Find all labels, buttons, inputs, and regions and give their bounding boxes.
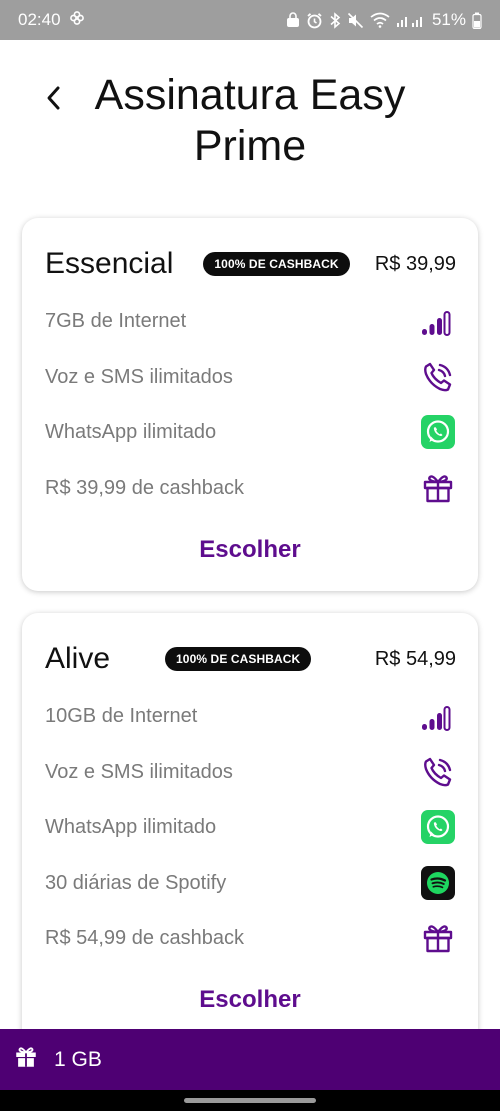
feature-whatsapp: WhatsApp ilimitado <box>45 414 456 450</box>
choose-plan-button[interactable]: Escolher <box>22 986 478 1014</box>
whatsapp-icon <box>420 414 456 450</box>
phone-call-icon <box>420 359 456 395</box>
cell-signal-icon <box>396 12 426 28</box>
bottom-data-bar[interactable]: 1 GB <box>0 1029 500 1090</box>
wifi-icon <box>370 12 390 28</box>
plan-name: Alive <box>45 642 111 675</box>
feature-label: R$ 39,99 de cashback <box>45 476 245 499</box>
feature-whatsapp: WhatsApp ilimitado <box>45 809 456 845</box>
gift-icon <box>420 470 456 506</box>
feature-label: 30 diárias de Spotify <box>45 871 227 894</box>
page-title: Assinatura Easy Prime <box>94 71 406 170</box>
signal-bars-icon <box>420 698 456 734</box>
cashback-badge: 100% DE CASHBACK <box>203 252 350 276</box>
back-button[interactable] <box>36 78 70 118</box>
feature-voice-sms: Voz e SMS ilimitados <box>45 359 456 395</box>
system-navigation-bar <box>0 1090 500 1111</box>
feature-cashback: R$ 39,99 de cashback <box>45 470 456 506</box>
battery-icon <box>472 12 482 29</box>
plan-price: R$ 39,99 <box>374 252 456 275</box>
feature-internet: 10GB de Internet <box>45 698 456 734</box>
plan-card-alive: Alive 100% DE CASHBACK R$ 54,99 10GB de … <box>22 613 478 1053</box>
gift-icon <box>14 1045 38 1074</box>
header: Assinatura Easy Prime <box>0 40 500 210</box>
choose-plan-button[interactable]: Escolher <box>22 536 478 564</box>
plan-header: Alive 100% DE CASHBACK R$ 54,99 <box>45 641 456 677</box>
signal-bars-icon <box>420 303 456 339</box>
status-time: 02:40 <box>18 10 61 29</box>
whatsapp-icon <box>420 809 456 845</box>
feature-spotify: 30 diárias de Spotify <box>45 865 456 901</box>
lock-notification-icon <box>286 12 300 28</box>
plan-name: Essencial <box>45 247 174 280</box>
plan-card-essencial: Essencial 100% DE CASHBACK R$ 39,99 7GB … <box>22 218 478 591</box>
alarm-icon <box>306 12 323 29</box>
feature-voice-sms: Voz e SMS ilimitados <box>45 754 456 790</box>
feature-label: Voz e SMS ilimitados <box>45 365 233 388</box>
feature-label: 7GB de Internet <box>45 309 187 332</box>
home-indicator[interactable] <box>184 1098 316 1103</box>
bluetooth-icon <box>329 11 341 29</box>
feature-label: WhatsApp ilimitado <box>45 815 217 838</box>
feature-cashback: R$ 54,99 de cashback <box>45 920 456 956</box>
pinwheel-icon <box>69 10 85 31</box>
phone-call-icon <box>420 754 456 790</box>
gift-icon <box>420 920 456 956</box>
feature-label: R$ 54,99 de cashback <box>45 926 245 949</box>
battery-level: 51% <box>431 10 466 29</box>
data-amount-label: 1 GB <box>54 1047 102 1071</box>
plan-price: R$ 54,99 <box>374 647 456 670</box>
feature-label: 10GB de Internet <box>45 704 198 727</box>
plan-header: Essencial 100% DE CASHBACK R$ 39,99 <box>45 246 456 282</box>
feature-label: WhatsApp ilimitado <box>45 420 217 443</box>
spotify-icon <box>420 865 456 901</box>
status-bar: 02:40 51% <box>0 0 500 40</box>
mute-icon <box>347 12 364 29</box>
chevron-left-icon <box>47 86 60 110</box>
feature-internet: 7GB de Internet <box>45 303 456 339</box>
feature-label: Voz e SMS ilimitados <box>45 760 233 783</box>
cashback-badge: 100% DE CASHBACK <box>165 647 312 671</box>
